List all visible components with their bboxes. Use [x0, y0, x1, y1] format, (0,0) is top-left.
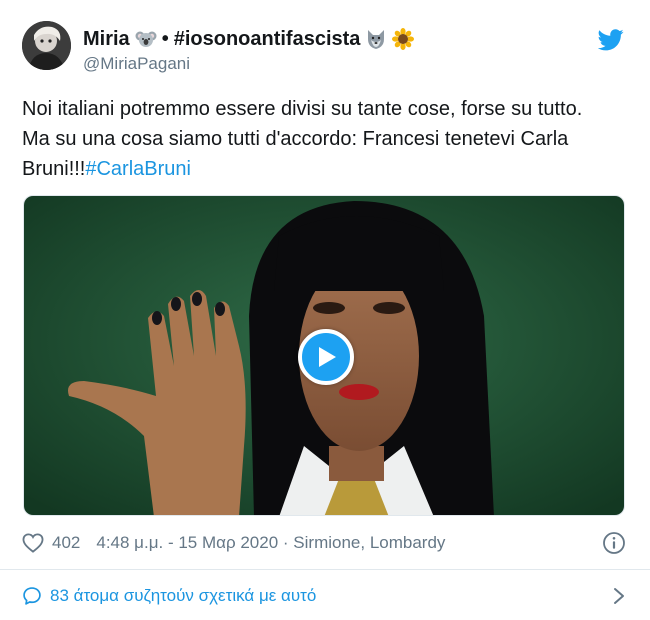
divider	[0, 569, 650, 570]
author-names: Miria • #iosonoantifascista @MiriaPagani	[83, 27, 415, 74]
author-handle[interactable]: @MiriaPagani	[83, 54, 414, 74]
heart-icon[interactable]	[22, 533, 44, 553]
name-separator: •	[161, 28, 169, 50]
conversation-link[interactable]: 83 άτομα συζητούν σχετικά με αυτό	[22, 580, 628, 612]
conversation-text: 83 άτομα συζητούν σχετικά με αυτό	[50, 586, 317, 605]
tweet-meta: 402 4:48 μ.μ. - 15 Μαρ 2020 · Sirmione, …	[22, 528, 628, 558]
tweet-text-fragment: Bruni!!!	[22, 158, 86, 180]
video-player[interactable]	[23, 195, 625, 516]
play-button[interactable]	[298, 329, 354, 385]
display-name-tag: #iosonoantifascista	[173, 28, 361, 50]
tweet-text-line: Bruni!!!#CarlaBruni	[22, 154, 622, 184]
chat-bubble-icon	[23, 587, 41, 605]
tweet-location[interactable]: · Sirmione, Lombardy	[283, 533, 446, 553]
twitter-logo-icon[interactable]	[598, 29, 624, 51]
like-count[interactable]: 402	[52, 533, 80, 553]
wolf-icon	[365, 28, 387, 50]
display-name[interactable]: Miria • #iosonoantifascista	[83, 27, 415, 51]
tweet-timestamp[interactable]: 4:48 μ.μ. - 15 Μαρ 2020	[96, 533, 278, 553]
chevron-right-icon[interactable]	[612, 586, 626, 606]
tweet-card: Miria • #iosonoantifascista @MiriaPagani…	[0, 0, 650, 620]
tweet-text-line: Ma su una cosa siamo tutti d'accordo: Fr…	[22, 128, 569, 150]
hashtag-link[interactable]: #CarlaBruni	[85, 158, 191, 180]
play-icon	[319, 347, 336, 367]
info-icon[interactable]	[602, 531, 626, 555]
tweet-text-line: Noi italiani potremmo essere divisi su t…	[22, 98, 583, 120]
tweet-header: Miria • #iosonoantifascista @MiriaPagani	[22, 21, 628, 75]
tweet-text: Noi italiani potremmo essere divisi su t…	[22, 94, 622, 184]
avatar[interactable]	[22, 21, 71, 70]
sunflower-icon	[392, 28, 415, 50]
koala-icon	[135, 28, 157, 50]
display-name-text: Miria	[83, 28, 130, 50]
